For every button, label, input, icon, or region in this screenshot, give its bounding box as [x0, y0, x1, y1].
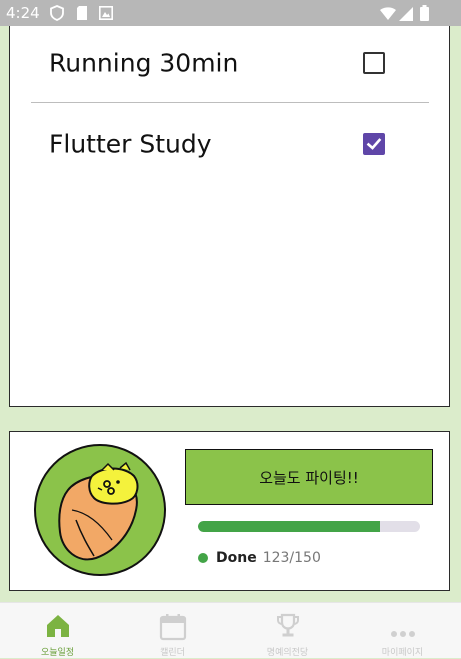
todo-label: Flutter Study — [49, 129, 212, 159]
shield-icon — [50, 5, 64, 25]
profile-card: 오늘도 파이팅!! Done 123/150 — [9, 431, 450, 591]
checkmark-icon — [366, 138, 382, 150]
nav-item-calendar[interactable]: 캘린더 — [115, 603, 230, 659]
nav-item-my-page[interactable]: 마이페이지 — [345, 603, 460, 659]
nav-label: 명예의전당 — [266, 648, 309, 658]
more-icon — [390, 623, 416, 642]
signal-icon — [399, 6, 413, 25]
bottom-nav: 오늘일정 캘린더 명예의전당 마이페이지 — [0, 602, 461, 658]
progress-bar — [198, 521, 420, 532]
todo-checkbox-flutter[interactable] — [363, 133, 385, 155]
todo-checkbox-running[interactable] — [363, 52, 385, 74]
nav-item-hall-of-fame[interactable]: 명예의전당 — [230, 603, 345, 659]
nav-label: 오늘일정 — [40, 648, 75, 658]
sim-card-icon — [76, 5, 88, 25]
cheer-button[interactable]: 오늘도 파이팅!! — [185, 449, 433, 505]
trophy-icon — [275, 613, 301, 643]
battery-icon — [420, 5, 429, 25]
done-dot-icon — [198, 553, 208, 563]
character-icon — [58, 461, 139, 561]
todo-item-running[interactable]: Running 30min — [31, 28, 429, 98]
progress-fill — [198, 521, 381, 532]
nav-label: 마이페이지 — [381, 648, 424, 658]
done-label: Done — [216, 550, 257, 566]
avatar — [34, 444, 166, 576]
todo-list-card: Running 30min Flutter Study — [9, 26, 450, 407]
calendar-icon — [159, 613, 187, 645]
status-bar: 4:24 — [0, 0, 461, 26]
nav-item-today[interactable]: 오늘일정 — [0, 603, 115, 659]
todo-label: Running 30min — [49, 48, 239, 78]
status-time: 4:24 — [6, 4, 40, 22]
done-status: Done 123/150 — [198, 548, 321, 568]
todo-item-flutter[interactable]: Flutter Study — [31, 109, 429, 179]
done-count: 123/150 — [262, 550, 321, 566]
image-icon — [99, 5, 113, 24]
wifi-icon — [380, 6, 396, 25]
nav-label: 캘린더 — [160, 648, 185, 658]
todo-divider — [31, 102, 429, 103]
home-icon — [45, 613, 71, 643]
